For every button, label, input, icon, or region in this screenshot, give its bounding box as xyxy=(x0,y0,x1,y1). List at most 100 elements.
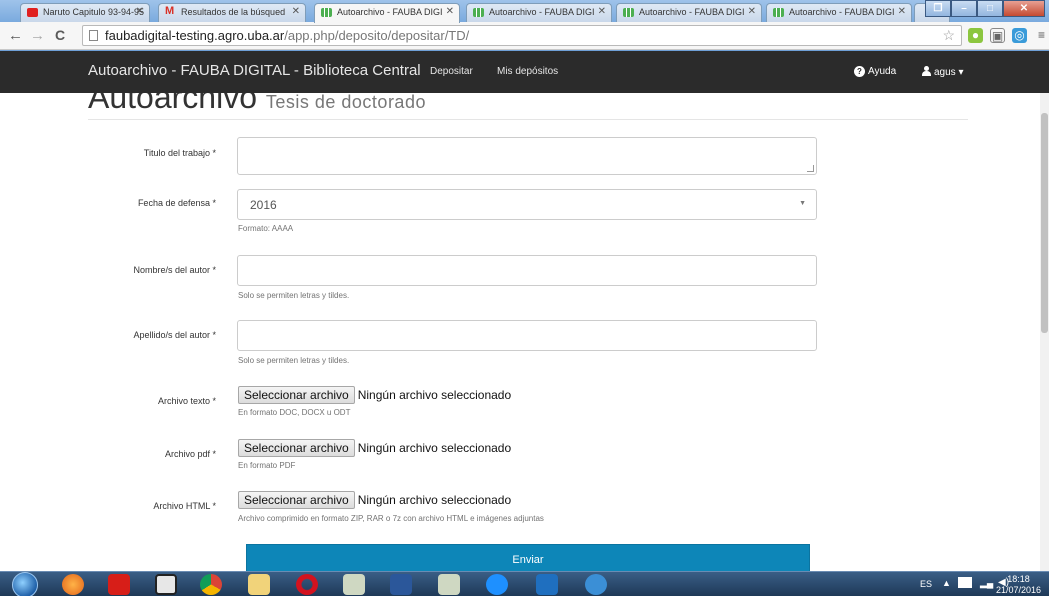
close-tab-icon[interactable]: ✕ xyxy=(292,6,300,17)
gmail-icon: M xyxy=(165,5,175,17)
help-apellido: Solo se permiten letras y tildes. xyxy=(238,356,350,365)
menu-icon[interactable]: ≡ xyxy=(1034,28,1049,43)
browser-tab[interactable]: Autoarchivo - FAUBA DIGI ✕ xyxy=(616,3,762,22)
scrollbar[interactable] xyxy=(1040,93,1049,571)
system-clock[interactable]: 18:18 21/07/2016 xyxy=(996,574,1041,596)
app-icon[interactable] xyxy=(438,574,460,595)
file-explorer-icon[interactable] xyxy=(248,574,270,595)
url-host: faubadigital-testing.agro.uba.ar xyxy=(105,28,285,43)
page-subtitle: Tesis de doctorado xyxy=(265,93,426,112)
clock-time: 18:18 xyxy=(1007,574,1030,584)
sheet-icon xyxy=(473,8,484,17)
help-link[interactable]: ? Ayuda xyxy=(854,66,896,77)
acrobat-icon[interactable] xyxy=(108,574,130,595)
user-menu[interactable]: agus ▾ xyxy=(922,66,964,78)
nombre-input[interactable] xyxy=(237,255,817,286)
extension-icon[interactable]: ▣ xyxy=(990,28,1005,43)
browser-tab[interactable]: M Resultados de la búsqued ✕ xyxy=(158,3,306,22)
nav-link-mis-depositos[interactable]: Mis depósitos xyxy=(497,66,558,77)
close-tab-icon[interactable]: ✕ xyxy=(748,6,756,17)
browser-tab-strip: Naruto Capitulo 93-94-95 ✕ M Resultados … xyxy=(0,0,1049,23)
window-controls: ❐ – □ ✕ xyxy=(925,0,1045,18)
url-path: /app.php/deposito/depositar/TD/ xyxy=(284,28,470,43)
label-apellido: Apellido/s del autor * xyxy=(133,330,216,340)
close-tab-icon[interactable]: ✕ xyxy=(446,6,454,17)
media-player-icon[interactable] xyxy=(155,574,177,595)
divider xyxy=(88,119,968,120)
clock-date: 21/07/2016 xyxy=(995,585,1041,595)
bookmark-star-icon[interactable]: ☆ xyxy=(942,26,955,45)
signal-icon[interactable]: ▂▄ xyxy=(980,578,993,589)
archivo-pdf-file-input[interactable]: Seleccionar archivo Ningún archivo selecc… xyxy=(238,439,511,457)
app-icon[interactable] xyxy=(585,574,607,595)
user-name: agus xyxy=(934,67,956,78)
opera-icon[interactable] xyxy=(296,574,318,595)
forward-icon[interactable]: → xyxy=(30,27,45,44)
internet-explorer-icon[interactable] xyxy=(486,574,508,595)
firefox-icon[interactable] xyxy=(62,574,84,595)
help-nombre: Solo se permiten letras y tildes. xyxy=(238,291,350,300)
tab-title: Resultados de la búsqued xyxy=(181,7,286,17)
question-icon: ? xyxy=(854,66,865,77)
site-navbar: Autoarchivo - FAUBA DIGITAL - Biblioteca… xyxy=(0,51,1049,93)
extension-icon[interactable]: ◎ xyxy=(1012,28,1027,43)
back-icon[interactable]: ← xyxy=(8,27,23,44)
select-file-button[interactable]: Seleccionar archivo xyxy=(238,491,355,509)
close-tab-icon[interactable]: ✕ xyxy=(598,6,606,17)
tab-title: Autoarchivo - FAUBA DIGI xyxy=(789,7,895,17)
archivo-html-file-input[interactable]: Seleccionar archivo Ningún archivo selecc… xyxy=(238,491,511,509)
tab-title: Naruto Capitulo 93-94-95 xyxy=(43,7,145,17)
restore-icon[interactable]: ❐ xyxy=(925,0,951,17)
site-brand[interactable]: Autoarchivo - FAUBA DIGITAL - Biblioteca… xyxy=(88,62,421,79)
scrollbar-thumb[interactable] xyxy=(1041,113,1048,333)
select-file-button[interactable]: Seleccionar archivo xyxy=(238,439,355,457)
windows-taskbar: ES ▲ ▂▄ ◀) 18:18 21/07/2016 xyxy=(0,571,1049,596)
sheet-icon xyxy=(623,8,634,17)
select-file-button[interactable]: Seleccionar archivo xyxy=(238,386,355,404)
help-label: Ayuda xyxy=(868,66,897,77)
reload-icon[interactable]: C xyxy=(55,27,65,43)
youtube-icon xyxy=(27,8,38,17)
chevron-down-icon: ▼ xyxy=(799,200,806,207)
chrome-icon[interactable] xyxy=(200,574,222,595)
help-archivo-pdf: En formato PDF xyxy=(238,461,296,470)
maximize-icon[interactable]: □ xyxy=(977,0,1003,17)
word-icon[interactable] xyxy=(390,574,412,595)
browser-tab[interactable]: Autoarchivo - FAUBA DIGI ✕ xyxy=(766,3,912,22)
help-fecha: Formato: AAAA xyxy=(238,224,294,233)
help-archivo-html: Archivo comprimido en formato ZIP, RAR o… xyxy=(238,514,544,523)
user-icon xyxy=(922,66,931,76)
address-bar[interactable]: faubadigital-testing.agro.uba.ar/app.php… xyxy=(82,25,962,46)
page-title: Autoarchivo Tesis de doctorado xyxy=(88,93,426,116)
label-fecha: Fecha de defensa * xyxy=(137,198,216,208)
browser-tab[interactable]: Autoarchivo - FAUBA DIGI ✕ xyxy=(466,3,612,22)
titulo-textarea[interactable] xyxy=(237,137,817,175)
enviar-button[interactable]: Enviar xyxy=(246,544,810,571)
nav-link-depositar[interactable]: Depositar xyxy=(430,66,473,77)
fecha-value: 2016 xyxy=(250,198,277,212)
close-window-icon[interactable]: ✕ xyxy=(1003,0,1045,17)
media-icon[interactable] xyxy=(536,574,558,595)
archivo-texto-file-input[interactable]: Seleccionar archivo Ningún archivo selecc… xyxy=(238,386,511,404)
app-icon[interactable] xyxy=(343,574,365,595)
fecha-select[interactable]: 2016 ▼ xyxy=(237,189,817,220)
help-archivo-texto: En formato DOC, DOCX u ODT xyxy=(238,408,351,417)
close-tab-icon[interactable]: ✕ xyxy=(898,6,906,17)
sheet-icon xyxy=(773,8,784,17)
label-nombre: Nombre/s del autor * xyxy=(133,265,216,275)
label-archivo-texto: Archivo texto * xyxy=(157,396,216,406)
close-tab-icon[interactable]: ✕ xyxy=(136,6,144,17)
tray-expand-icon[interactable]: ▲ xyxy=(942,578,951,588)
page-content: Autoarchivo Tesis de doctorado Titulo de… xyxy=(0,93,1049,571)
network-icon[interactable] xyxy=(958,577,972,588)
browser-tab-active[interactable]: Autoarchivo - FAUBA DIGI ✕ xyxy=(314,3,460,23)
browser-tab[interactable]: Naruto Capitulo 93-94-95 ✕ xyxy=(20,3,150,22)
apellido-input[interactable] xyxy=(237,320,817,351)
start-button[interactable] xyxy=(12,572,38,596)
file-status: Ningún archivo seleccionado xyxy=(357,441,512,455)
extension-icon[interactable]: ● xyxy=(968,28,983,43)
language-indicator[interactable]: ES xyxy=(920,579,932,589)
minimize-icon[interactable]: – xyxy=(951,0,977,17)
tab-title: Autoarchivo - FAUBA DIGI xyxy=(639,7,745,17)
label-titulo: Titulo del trabajo * xyxy=(143,148,216,158)
